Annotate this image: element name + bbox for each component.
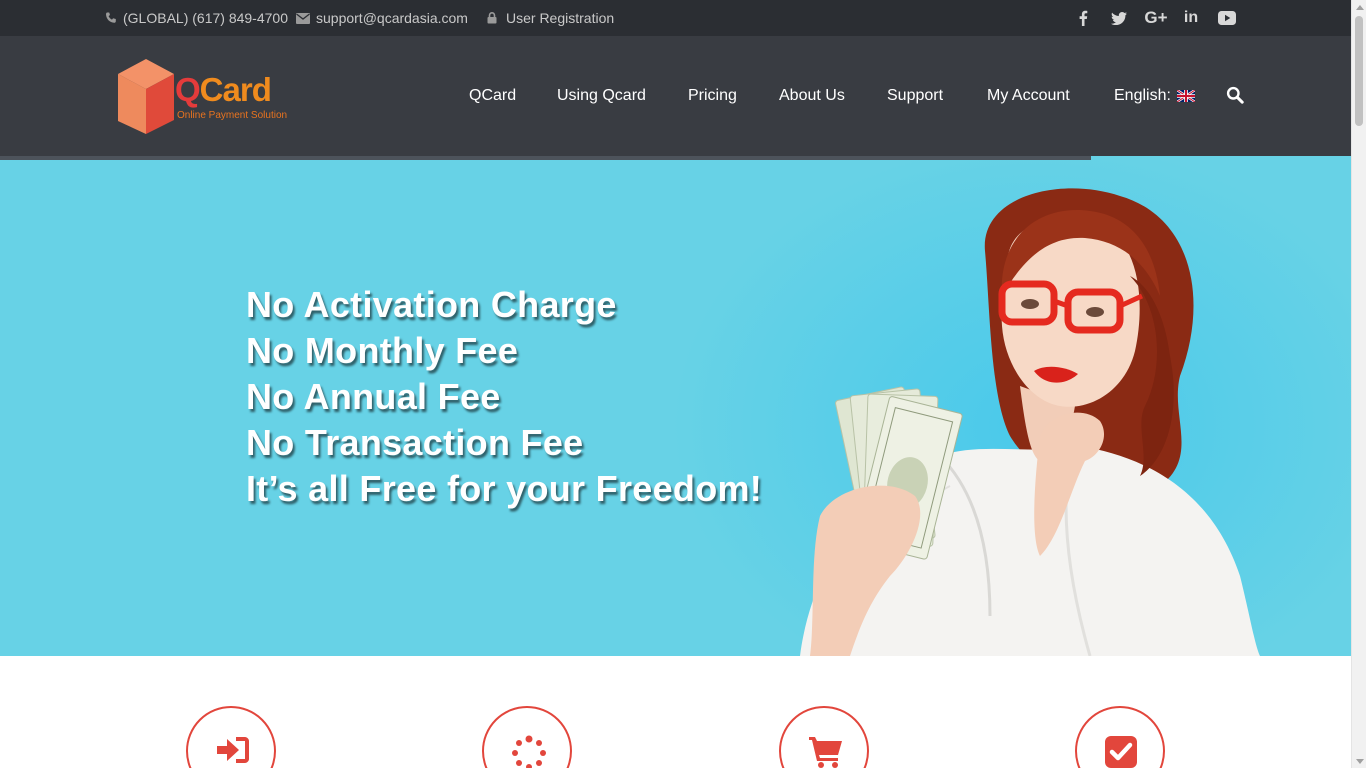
scroll-down-arrow-icon[interactable]: [1352, 754, 1366, 768]
feature-check[interactable]: [1075, 706, 1165, 768]
spinner-icon: [512, 735, 546, 768]
hero-line: No Annual Fee: [246, 376, 501, 417]
language-label: English:: [1114, 87, 1171, 104]
check-square-icon: [1105, 736, 1137, 768]
facebook-icon[interactable]: [1072, 0, 1094, 36]
hero-banner: No Activation Charge No Monthly Fee No A…: [0, 156, 1351, 656]
search-icon[interactable]: [1226, 86, 1246, 106]
youtube-icon[interactable]: [1216, 0, 1238, 36]
shopping-cart-icon: [809, 737, 842, 768]
woman-with-money-photo: [800, 188, 1260, 656]
nav-item-using-qcard[interactable]: Using Qcard: [557, 36, 646, 156]
feature-spinner[interactable]: [482, 706, 572, 768]
hero-text: No Activation Charge No Monthly Fee No A…: [246, 282, 762, 512]
hero-line: No Transaction Fee: [246, 422, 584, 463]
nav-item-qcard[interactable]: QCard: [469, 36, 516, 156]
feature-shopping-cart[interactable]: [779, 706, 869, 768]
google-plus-icon[interactable]: G+: [1143, 0, 1169, 36]
slider-progress-bar: [0, 156, 1091, 160]
hero-line: It’s all Free for your Freedom!: [246, 468, 763, 509]
nav-item-support[interactable]: Support: [887, 36, 943, 156]
cube-logo-icon: [118, 59, 174, 134]
site-header: QCard Online Payment Solution QCard Usin…: [0, 36, 1351, 156]
hero-line: No Activation Charge: [246, 284, 617, 325]
phone-contact[interactable]: (GLOBAL) (617) 849-4700: [105, 0, 288, 36]
top-bar: (GLOBAL) (617) 849-4700 support@qcardasi…: [0, 0, 1351, 36]
phone-number: (GLOBAL) (617) 849-4700: [123, 10, 288, 26]
sign-in-icon: [217, 737, 249, 763]
nav-item-my-account[interactable]: My Account: [987, 36, 1070, 156]
phone-icon: [106, 12, 116, 23]
twitter-icon[interactable]: [1108, 0, 1130, 36]
qcard-logo[interactable]: QCard Online Payment Solution: [117, 58, 297, 136]
email-address: support@qcardasia.com: [316, 10, 468, 26]
linkedin-icon[interactable]: in: [1180, 0, 1202, 36]
nav-item-pricing[interactable]: Pricing: [688, 36, 737, 156]
user-registration-link[interactable]: User Registration: [487, 0, 614, 36]
uk-flag-icon: [1176, 90, 1195, 102]
nav-item-about-us[interactable]: About Us: [779, 36, 845, 156]
user-registration-label: User Registration: [506, 10, 615, 26]
hero-line: No Monthly Fee: [246, 330, 519, 371]
envelope-icon: [296, 12, 310, 24]
page-scrollbar[interactable]: [1351, 0, 1366, 768]
lock-icon: [487, 12, 497, 24]
email-contact[interactable]: support@qcardasia.com: [296, 0, 468, 36]
logo-tagline: Online Payment Solution: [177, 110, 288, 121]
feature-sign-in[interactable]: [186, 706, 276, 768]
scroll-thumb[interactable]: [1355, 16, 1363, 126]
language-selector[interactable]: English:: [1114, 36, 1195, 156]
logo-wordmark: QCard: [175, 71, 272, 108]
scroll-up-arrow-icon[interactable]: [1352, 0, 1366, 14]
